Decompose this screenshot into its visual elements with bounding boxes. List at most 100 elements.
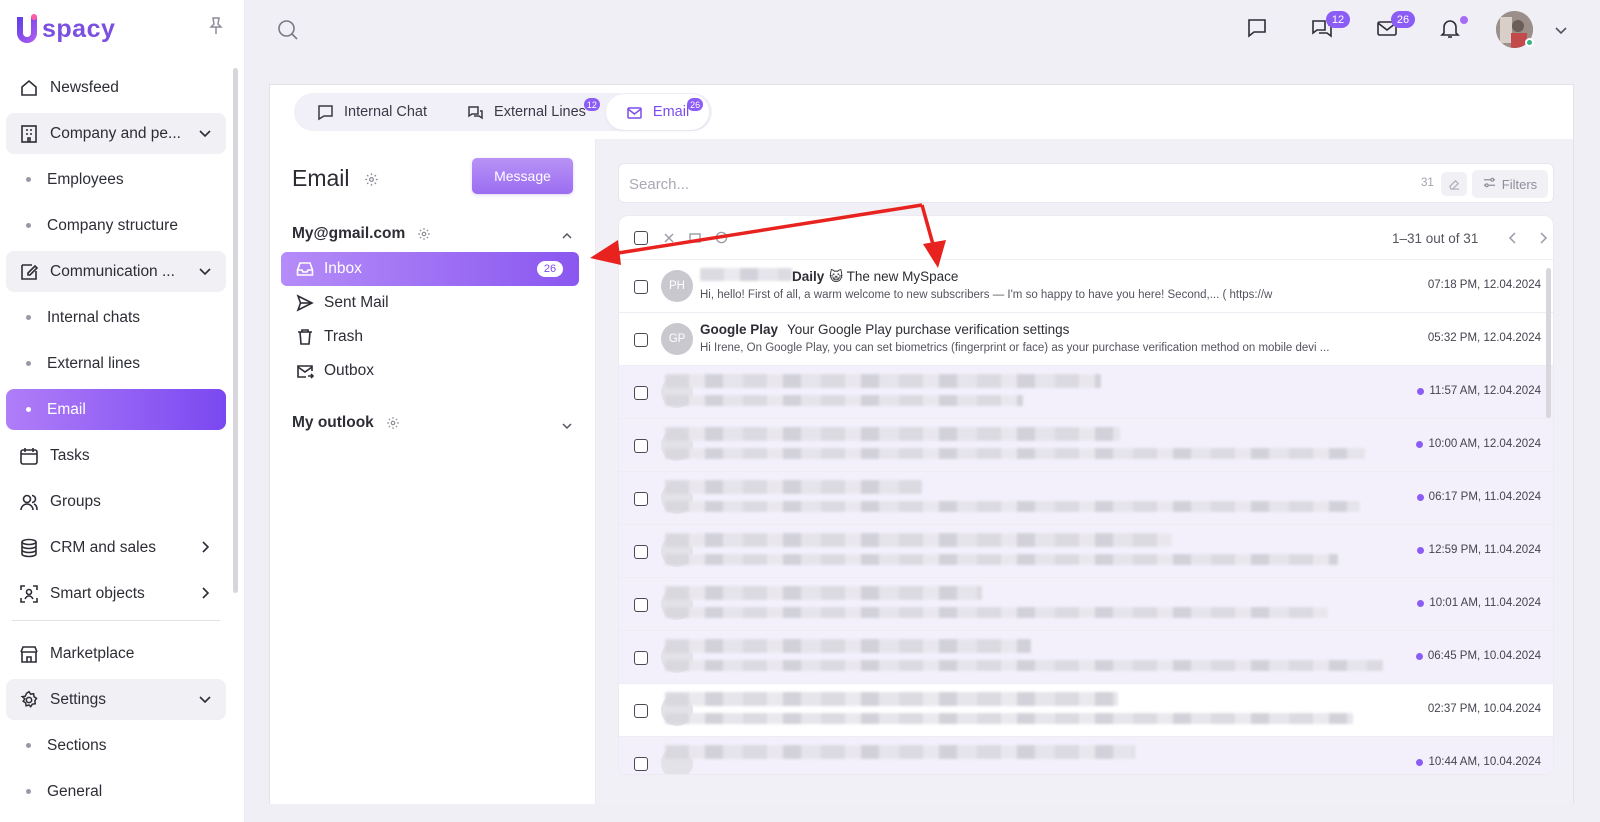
timestamp-text: 10:00 AM, 12.04.2024	[1428, 438, 1541, 450]
email-row[interactable]: 12:59 PM, 11.04.2024	[619, 525, 1553, 578]
chevron-down-icon[interactable]	[561, 419, 573, 431]
row-checkbox[interactable]	[634, 492, 648, 506]
message-button[interactable]: Message	[472, 158, 573, 194]
online-status-dot	[1525, 38, 1534, 47]
redacted-sender-subject	[665, 374, 1101, 388]
email-row[interactable]: 10:44 AM, 10.04.2024	[619, 737, 1553, 774]
email-timestamp: 02:37 PM, 10.04.2024	[1428, 703, 1541, 715]
email-row[interactable]: 10:01 AM, 11.04.2024	[619, 578, 1553, 631]
row-checkbox[interactable]	[634, 386, 648, 400]
email-row[interactable]: 10:00 AM, 12.04.2024	[619, 419, 1553, 472]
sidebar-item-marketplace[interactable]: Marketplace	[6, 633, 226, 674]
chevron-right-icon[interactable]	[1537, 231, 1549, 245]
row-checkbox[interactable]	[634, 280, 648, 294]
search-input[interactable]	[629, 172, 1329, 196]
gear-icon[interactable]	[364, 172, 379, 187]
sidebar-subitem-external-lines[interactable]: External lines	[6, 343, 226, 384]
close-icon[interactable]	[663, 231, 675, 249]
database-icon	[19, 538, 39, 558]
sidebar-item-label: Groups	[50, 492, 101, 510]
clear-search-button[interactable]	[1441, 172, 1467, 196]
sidebar-subitem-email[interactable]: Email	[6, 389, 226, 430]
account-name: My@gmail.com	[292, 225, 406, 242]
chat-bubble-icon[interactable]	[1245, 16, 1269, 40]
folder-inbox[interactable]: Inbox 26	[281, 252, 579, 286]
account-outlook[interactable]: My outlook	[292, 414, 400, 432]
sidebar-item-crm-and-sales[interactable]: CRM and sales	[6, 527, 226, 568]
sidebar-item-label: Newsfeed	[50, 78, 119, 96]
chevron-right-icon[interactable]	[198, 540, 212, 554]
redacted-text	[700, 268, 792, 281]
archive-icon[interactable]	[689, 231, 701, 249]
row-checkbox[interactable]	[634, 333, 648, 347]
row-checkbox[interactable]	[634, 704, 648, 718]
sidebar-item-smart-objects[interactable]: Smart objects	[6, 573, 226, 614]
list-toolbar: 1–31 out of 31	[619, 216, 1553, 260]
sidebar-subitem-internal-chats[interactable]: Internal chats	[6, 297, 226, 338]
folder-outbox[interactable]: Outbox	[281, 354, 579, 388]
chat-edit-icon	[19, 262, 39, 282]
list-scrollbar[interactable]	[1546, 268, 1551, 418]
sidebar-subitem-employees[interactable]: Employees	[6, 159, 226, 200]
sidebar-subitem-company-structure[interactable]: Company structure	[6, 205, 226, 246]
sidebar-scrollbar[interactable]	[233, 68, 238, 593]
avatar: GP	[661, 323, 693, 355]
chevron-down-icon[interactable]	[198, 126, 212, 140]
row-checkbox[interactable]	[634, 439, 648, 453]
sidebar-subitem-general[interactable]: General	[6, 771, 226, 812]
select-all-checkbox[interactable]	[634, 231, 648, 245]
email-row[interactable]: 11:57 AM, 12.04.2024	[619, 366, 1553, 419]
tab-email[interactable]: Email 26	[605, 94, 710, 130]
email-row[interactable]: GP Google Play Your Google Play purchase v…	[619, 313, 1553, 366]
row-checkbox[interactable]	[634, 545, 648, 559]
row-checkbox[interactable]	[634, 757, 648, 771]
email-row[interactable]: PH Daily 😺 The new MySpace Hi, hello! First…	[619, 260, 1553, 313]
row-checkbox[interactable]	[634, 651, 648, 665]
email-timestamp: 10:00 AM, 12.04.2024	[1416, 438, 1541, 450]
chevron-left-icon[interactable]	[1507, 231, 1519, 245]
gear-icon[interactable]	[386, 416, 400, 430]
tab-internal-chat[interactable]: Internal Chat	[297, 94, 447, 130]
inbox-icon	[296, 260, 314, 278]
email-row[interactable]: 02:37 PM, 10.04.2024	[619, 684, 1553, 737]
sidebar-item-label: Employees	[47, 170, 124, 188]
account-gmail[interactable]: My@gmail.com	[292, 225, 431, 243]
chevron-right-icon[interactable]	[198, 586, 212, 600]
search-icon[interactable]	[277, 19, 299, 41]
tab-external-lines[interactable]: External Lines 12	[447, 94, 606, 130]
bullet-dot	[26, 177, 31, 182]
sidebar-subitem-sections[interactable]: Sections	[6, 725, 226, 766]
sidebar-item-settings[interactable]: Settings	[6, 679, 226, 720]
sidebar-item-communication[interactable]: Communication ...	[6, 251, 226, 292]
chevron-down-icon[interactable]	[198, 692, 212, 706]
app-logo[interactable]: spacy	[14, 12, 115, 46]
bullet-dot	[26, 223, 31, 228]
redacted-preview	[665, 660, 1383, 671]
scan-icon	[19, 584, 39, 604]
sidebar-item-tasks[interactable]: Tasks	[6, 435, 226, 476]
email-row[interactable]: 06:45 PM, 10.04.2024	[619, 631, 1553, 684]
pin-icon[interactable]	[207, 16, 225, 36]
sidebar-item-groups[interactable]: Groups	[6, 481, 226, 522]
folder-trash[interactable]: Trash	[281, 320, 579, 354]
gear-icon[interactable]	[417, 227, 431, 241]
chevron-down-icon[interactable]	[1554, 23, 1568, 37]
timestamp-text: 12:59 PM, 11.04.2024	[1428, 544, 1541, 556]
timestamp-text: 05:32 PM, 12.04.2024	[1427, 332, 1541, 344]
email-sender: Daily	[792, 269, 825, 284]
timestamp-text: 06:45 PM, 10.04.2024	[1427, 650, 1541, 662]
chevron-down-icon[interactable]	[198, 264, 212, 278]
sidebar-item-newsfeed[interactable]: Newsfeed	[6, 67, 226, 108]
filters-button[interactable]: Filters	[1472, 170, 1548, 198]
sidebar-item-company-and-pe[interactable]: Company and pe...	[6, 113, 226, 154]
bell-icon[interactable]	[1438, 16, 1462, 40]
bullet-dot	[26, 361, 31, 366]
email-row[interactable]: 06:17 PM, 11.04.2024	[619, 472, 1553, 525]
folder-sent-mail[interactable]: Sent Mail	[281, 286, 579, 320]
unread-dot	[1417, 387, 1425, 395]
row-checkbox[interactable]	[634, 598, 648, 612]
calendar-icon	[19, 446, 39, 466]
chevron-up-icon[interactable]	[561, 229, 573, 241]
redacted-preview	[665, 448, 1365, 459]
clock-icon[interactable]	[715, 231, 728, 249]
